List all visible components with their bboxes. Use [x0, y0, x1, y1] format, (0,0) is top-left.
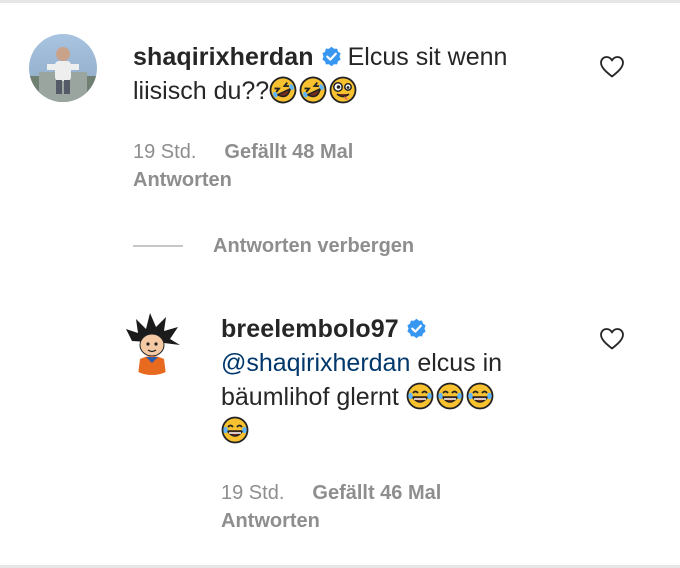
comment-shaqirixherdan: shaqirixherdan Elcus sit wenn liisisch du… [133, 40, 583, 108]
comment-text-line1: Elcus sit wenn [347, 43, 508, 71]
reply-text-line2: bäumlihof glernt [221, 383, 406, 411]
reply-likes-button[interactable]: Gefällt 46 Mal [312, 482, 441, 504]
face-with-tears-of-joy-icon [436, 382, 464, 410]
reply-text-line1: elcus in [410, 349, 503, 377]
reply-mention-link[interactable]: @shaqirixherdan [221, 349, 410, 377]
reply-meta: 19 Std. Gefällt 46 Mal Antworten [221, 479, 441, 535]
hide-replies-toggle[interactable]: Antworten verbergen [133, 232, 414, 260]
zany-face-icon [329, 76, 357, 104]
face-with-tears-of-joy-icon [466, 382, 494, 410]
reply-username[interactable]: breelembolo97 [221, 315, 399, 343]
top-divider [0, 0, 680, 3]
comment-likes-button[interactable]: Gefällt 48 Mal [224, 141, 353, 163]
reply-button[interactable]: Antworten [221, 507, 441, 535]
face-with-tears-of-joy-icon [406, 382, 434, 410]
rolling-on-floor-laughing-icon [299, 76, 327, 104]
like-heart-icon[interactable] [599, 327, 625, 351]
rolling-on-floor-laughing-icon [269, 76, 297, 104]
comment-meta: 19 Std. Gefällt 48 Mal Antworten [133, 138, 353, 194]
comment-time[interactable]: 19 Std. [133, 141, 196, 163]
verified-badge-icon [406, 318, 427, 339]
avatar-shaqirixherdan[interactable] [29, 34, 97, 102]
comment-username[interactable]: shaqirixherdan [133, 43, 314, 71]
verified-badge-icon [321, 46, 342, 67]
face-with-tears-of-joy-icon [221, 416, 249, 444]
hide-replies-divider [133, 245, 183, 247]
reply-body: breelembolo97 @shaqirixherdan elcus in b… [221, 312, 591, 448]
like-heart-icon[interactable] [599, 55, 625, 79]
reply-time[interactable]: 19 Std. [221, 482, 284, 504]
comment-text-line2: liisisch du?? [133, 77, 270, 105]
reply-breelembolo97: breelembolo97 @shaqirixherdan elcus in b… [221, 312, 591, 448]
reply-button[interactable]: Antworten [133, 166, 353, 194]
avatar-breelembolo97[interactable] [118, 307, 186, 375]
hide-replies-label[interactable]: Antworten verbergen [213, 235, 414, 258]
comment-body: shaqirixherdan Elcus sit wenn liisisch du… [133, 40, 583, 108]
